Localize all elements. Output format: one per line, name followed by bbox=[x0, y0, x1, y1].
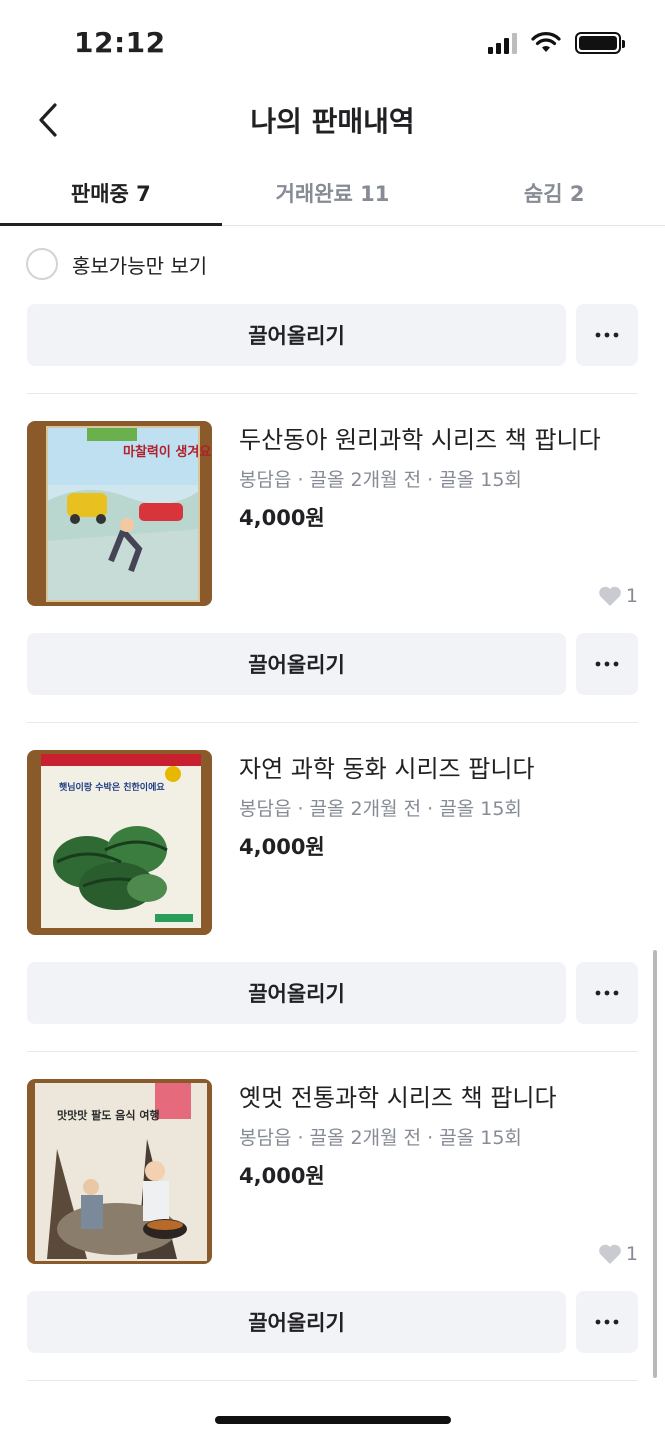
divider bbox=[27, 393, 638, 394]
listing-thumbnail[interactable]: 마찰력이 생겨요 bbox=[27, 421, 212, 606]
tab-on-sale[interactable]: 판매중 7 bbox=[0, 160, 222, 226]
signal-icon bbox=[488, 32, 517, 54]
listing-thumbnail[interactable]: 맛맛맛 팔도 음식 여행 bbox=[27, 1079, 212, 1264]
tab-completed[interactable]: 거래완료 11 bbox=[222, 160, 444, 225]
more-horizontal-icon bbox=[595, 661, 619, 667]
status-time: 12:12 bbox=[74, 26, 166, 59]
bump-button[interactable]: 끌어올리기 bbox=[27, 1291, 566, 1353]
heart-icon bbox=[599, 586, 621, 606]
listing-item[interactable]: 햇님이랑 수박은 친한이에요 자연 과학 동화 시리즈 팝니다 봉담읍 · 끌올… bbox=[27, 750, 638, 936]
listing-price: 4,000원 bbox=[239, 1164, 325, 1188]
bump-button[interactable]: 끌어올리기 bbox=[27, 304, 566, 366]
listing-info: 옛멋 전통과학 시리즈 책 팝니다 봉담읍 · 끌올 2개월 전 · 끌올 15… bbox=[239, 1079, 638, 1190]
likes-number: 1 bbox=[625, 1243, 638, 1265]
action-row: 끌어올리기 bbox=[27, 633, 638, 695]
listing-meta: 봉담읍 · 끌올 2개월 전 · 끌올 15회 bbox=[239, 1127, 522, 1149]
cover-text: 햇님이랑 수박은 친한이에요 bbox=[59, 781, 165, 793]
listing-price: 4,000원 bbox=[239, 506, 325, 530]
more-horizontal-icon bbox=[595, 332, 619, 338]
bump-button[interactable]: 끌어올리기 bbox=[27, 633, 566, 695]
listing-thumbnail[interactable]: 햇님이랑 수박은 친한이에요 bbox=[27, 750, 212, 935]
listing-info: 두산동아 원리과학 시리즈 책 팝니다 봉담읍 · 끌올 2개월 전 · 끌올 … bbox=[239, 421, 638, 532]
tab-bar: 판매중 7 거래완료 11 숨김 2 bbox=[0, 160, 665, 226]
action-row: 끌어올리기 bbox=[27, 962, 638, 1024]
listing-price: 4,000원 bbox=[239, 835, 325, 859]
cover-text: 맛맛맛 팔도 음식 여행 bbox=[57, 1108, 160, 1122]
filter-checkbox[interactable] bbox=[26, 248, 58, 280]
heart-icon bbox=[599, 1244, 621, 1264]
divider bbox=[27, 1380, 638, 1381]
divider bbox=[27, 722, 638, 723]
battery-icon bbox=[575, 32, 625, 54]
status-bar: 12:12 bbox=[0, 0, 665, 90]
likes-count: 1 bbox=[598, 585, 638, 607]
divider bbox=[27, 1051, 638, 1052]
listing-info: 자연 과학 동화 시리즈 팝니다 봉담읍 · 끌올 2개월 전 · 끌올 15회… bbox=[239, 750, 638, 861]
more-button[interactable] bbox=[576, 633, 638, 695]
scrollbar[interactable] bbox=[653, 950, 657, 1378]
likes-count: 1 bbox=[598, 1243, 638, 1265]
listing-item[interactable]: 마찰력이 생겨요 두산동아 원리과학 시리즈 책 팝니다 봉담읍 · 끌올 2개… bbox=[27, 421, 638, 607]
wifi-icon bbox=[531, 32, 561, 52]
more-button[interactable] bbox=[576, 1291, 638, 1353]
filter-label: 홍보가능만 보기 bbox=[72, 253, 208, 278]
likes-number: 1 bbox=[625, 585, 638, 607]
action-row: 끌어올리기 bbox=[27, 304, 638, 366]
action-row: 끌어올리기 bbox=[27, 1291, 638, 1353]
more-button[interactable] bbox=[576, 304, 638, 366]
page-title: 나의 판매내역 bbox=[250, 105, 415, 138]
more-horizontal-icon bbox=[595, 1319, 619, 1325]
listing-meta: 봉담읍 · 끌올 2개월 전 · 끌올 15회 bbox=[239, 798, 522, 820]
tab-hidden[interactable]: 숨김 2 bbox=[443, 160, 665, 225]
listing-title[interactable]: 자연 과학 동화 시리즈 팝니다 bbox=[239, 752, 638, 786]
bump-button[interactable]: 끌어올리기 bbox=[27, 962, 566, 1024]
listing-item[interactable]: 맛맛맛 팔도 음식 여행 옛멋 전통과학 시리즈 책 팝니다 봉담읍 · 끌올 … bbox=[27, 1079, 638, 1265]
home-indicator[interactable] bbox=[215, 1416, 451, 1424]
status-icons bbox=[488, 32, 625, 54]
more-button[interactable] bbox=[576, 962, 638, 1024]
listing-title[interactable]: 두산동아 원리과학 시리즈 책 팝니다 bbox=[239, 423, 638, 457]
promotable-filter[interactable]: 홍보가능만 보기 bbox=[26, 246, 207, 282]
listing-meta: 봉담읍 · 끌올 2개월 전 · 끌올 15회 bbox=[239, 469, 522, 491]
more-horizontal-icon bbox=[595, 990, 619, 996]
header: 나의 판매내역 bbox=[0, 90, 665, 150]
listing-title[interactable]: 옛멋 전통과학 시리즈 책 팝니다 bbox=[239, 1081, 638, 1115]
